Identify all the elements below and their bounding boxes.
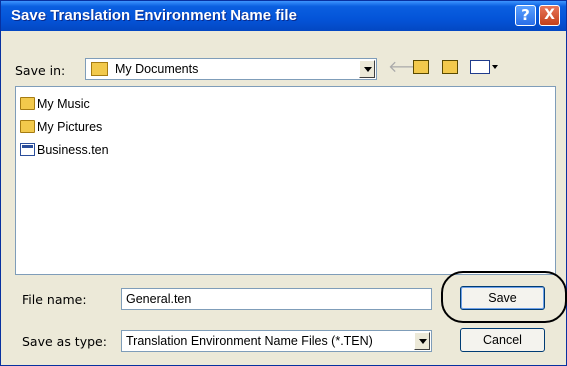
file-name-value: General.ten (126, 292, 192, 306)
folder-icon (20, 120, 35, 133)
save-button-highlight-ring (441, 271, 567, 323)
up-one-level-icon[interactable] (413, 60, 429, 74)
documents-folder-icon (91, 62, 108, 76)
close-button[interactable]: X (539, 5, 560, 26)
cancel-button[interactable]: Cancel (460, 328, 545, 352)
list-item-label: My Pictures (37, 120, 103, 134)
save-as-type-dropdown[interactable]: Translation Environment Name Files (*.TE… (121, 330, 432, 352)
save-as-type-value: Translation Environment Name Files (*.TE… (126, 334, 373, 348)
window-title: Save Translation Environment Name file (11, 7, 297, 24)
file-name-input[interactable]: General.ten (121, 288, 432, 310)
folder-icon (20, 97, 35, 110)
save-file-dialog: Save Translation Environment Name file ?… (0, 0, 567, 366)
list-item-label: Business.ten (37, 143, 109, 157)
save-in-value: My Documents (115, 62, 199, 76)
views-menu-icon[interactable] (470, 60, 490, 74)
list-item-label: My Music (37, 97, 90, 111)
save-in-label: Save in: (15, 63, 66, 78)
views-dropdown-arrow-icon[interactable] (492, 65, 498, 69)
chevron-down-icon[interactable] (414, 332, 430, 350)
chevron-down-icon[interactable] (359, 60, 375, 78)
help-icon: ? (521, 6, 530, 24)
document-icon (20, 143, 35, 156)
save-as-type-label: Save as type: (22, 334, 107, 349)
close-icon: X (544, 7, 555, 23)
help-button[interactable]: ? (515, 5, 536, 26)
save-in-dropdown[interactable]: My Documents (85, 58, 377, 80)
file-list[interactable]: My Music My Pictures Business.ten (15, 86, 556, 275)
title-bar[interactable]: Save Translation Environment Name file ?… (1, 1, 566, 31)
file-name-label: File name: (22, 292, 87, 307)
new-folder-icon[interactable] (442, 60, 458, 74)
